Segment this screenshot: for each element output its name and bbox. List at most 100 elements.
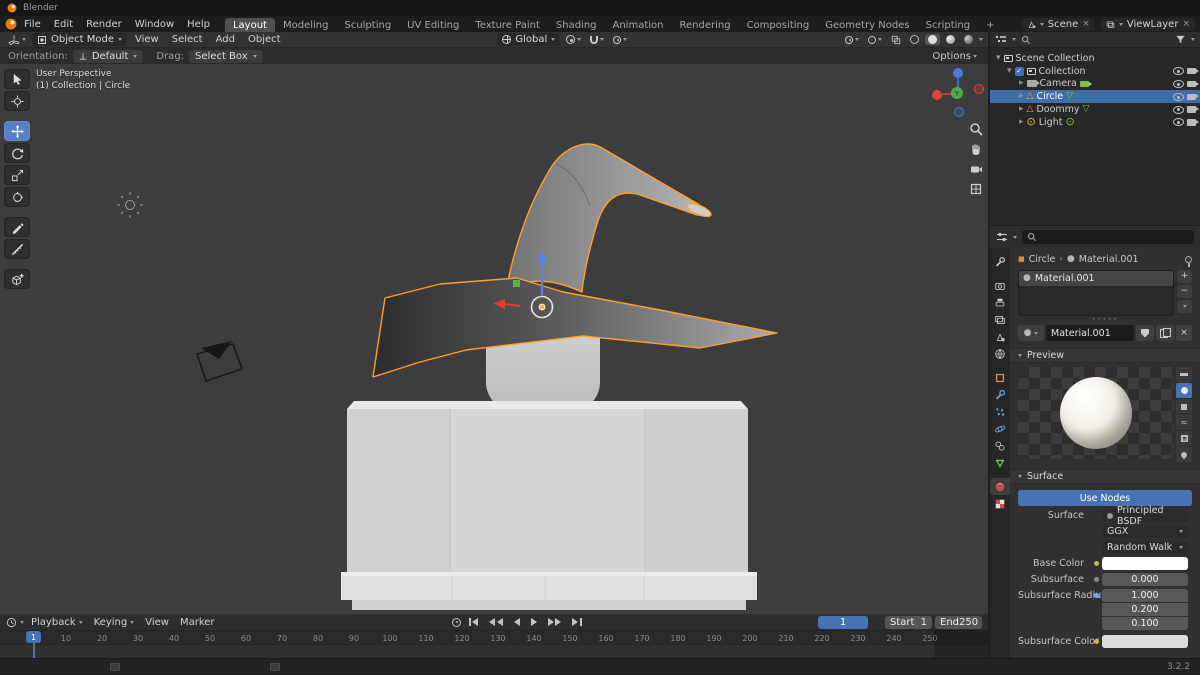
workspace-tab-shading[interactable]: Shading	[548, 18, 605, 32]
gizmo-z-neg-ball[interactable]	[954, 107, 964, 117]
collection-checkbox[interactable]	[1014, 66, 1024, 76]
filter-funnel-icon[interactable]	[1175, 34, 1186, 45]
menu-view[interactable]: View	[141, 617, 173, 628]
workspace-tab-uv-editing[interactable]: UV Editing	[399, 18, 467, 32]
add-cube-tool[interactable]	[4, 269, 30, 289]
workspace-tab-scripting[interactable]: Scripting	[918, 18, 978, 32]
shading-material-button[interactable]	[943, 34, 958, 45]
material-name-field[interactable]: Material.001	[1046, 325, 1134, 341]
base-color-swatch[interactable]	[1102, 557, 1188, 570]
preview-hair-button[interactable]: ≈	[1176, 415, 1192, 430]
shading-options-chevron-icon[interactable]	[979, 38, 984, 41]
tab-texture[interactable]	[990, 495, 1010, 512]
play-button[interactable]	[528, 616, 540, 628]
tab-scene[interactable]	[990, 328, 1010, 345]
render-visibility-icon[interactable]	[1187, 93, 1200, 101]
expand-arrow-icon[interactable]	[1019, 105, 1024, 114]
mode-dropdown[interactable]: Object Mode	[32, 33, 127, 46]
tab-object-data[interactable]	[990, 454, 1010, 471]
hide-eye-icon[interactable]	[1173, 92, 1184, 101]
workspace-tab-compositing[interactable]: Compositing	[739, 18, 818, 32]
transform-tool[interactable]	[4, 187, 30, 207]
subsurface-color-swatch[interactable]	[1102, 635, 1188, 648]
camera-object[interactable]	[196, 341, 243, 382]
workspace-tab-modeling[interactable]: Modeling	[275, 18, 337, 32]
rotate-tool[interactable]	[4, 143, 30, 163]
expand-arrow-icon[interactable]	[996, 54, 1001, 63]
outliner-row-doommy[interactable]: Doommy	[990, 103, 1200, 116]
drag-dropdown[interactable]: Select Box	[189, 49, 263, 63]
menu-object[interactable]: Object	[243, 34, 286, 45]
options-dropdown[interactable]: Options	[929, 51, 980, 62]
browse-material-button[interactable]	[1018, 325, 1044, 341]
render-visibility-icon[interactable]	[1187, 67, 1200, 75]
character-torso[interactable]	[347, 401, 748, 576]
scene-selector[interactable]: Scene	[1021, 17, 1095, 31]
current-frame-field[interactable]: 1	[818, 615, 868, 629]
workspace-tab-geometry-nodes[interactable]: Geometry Nodes	[817, 18, 917, 32]
add-workspace-button[interactable]: +	[978, 18, 1002, 32]
tab-particles[interactable]	[990, 403, 1010, 420]
menu-keying[interactable]: Keying	[90, 617, 139, 628]
pivot-point-dropdown[interactable]	[563, 35, 584, 44]
list-resize-grip[interactable]	[1018, 316, 1192, 323]
distribution-dropdown[interactable]: GGX	[1102, 525, 1188, 538]
workspace-tab-layout[interactable]: Layout	[224, 18, 275, 32]
timeline-editor-icon[interactable]	[6, 617, 17, 628]
outliner-row-light[interactable]: Light	[990, 116, 1200, 129]
annotate-tool[interactable]	[4, 217, 30, 237]
menu-window[interactable]: Window	[129, 19, 180, 30]
tab-material-active[interactable]	[990, 478, 1010, 495]
preview-fluid-button[interactable]	[1176, 447, 1192, 462]
shading-rendered-button[interactable]	[961, 34, 976, 45]
gizmo-z-axis-ball[interactable]	[953, 68, 963, 78]
playhead-handle[interactable]: 1	[26, 631, 41, 643]
expand-arrow-icon[interactable]	[1019, 92, 1024, 101]
tab-world[interactable]	[990, 345, 1010, 362]
tab-object[interactable]	[990, 369, 1010, 386]
blender-app-icon[interactable]	[5, 18, 17, 30]
preview-sphere-button[interactable]	[1176, 383, 1192, 398]
outliner-row-camera[interactable]: Camera	[990, 78, 1200, 91]
workspace-tab-rendering[interactable]: Rendering	[671, 18, 738, 32]
render-visibility-icon[interactable]	[1187, 106, 1200, 113]
menu-playback[interactable]: Playback	[27, 617, 87, 628]
transform-orientation-dropdown[interactable]: Global	[497, 33, 561, 46]
menu-file[interactable]: File	[18, 19, 47, 30]
menu-edit[interactable]: Edit	[48, 19, 79, 30]
preview-cloth-button[interactable]	[1176, 431, 1192, 446]
hide-eye-icon[interactable]	[1173, 67, 1184, 76]
tab-tool[interactable]	[990, 253, 1010, 270]
workspace-tab-sculpting[interactable]: Sculpting	[336, 18, 399, 32]
menu-add[interactable]: Add	[211, 34, 240, 45]
surface-section-header[interactable]: Surface	[1010, 469, 1200, 484]
prev-keyframe-button[interactable]	[486, 616, 506, 628]
tab-modifiers[interactable]	[990, 386, 1010, 403]
hide-eye-icon[interactable]	[1173, 105, 1184, 114]
viewlayer-remove-icon[interactable]	[1182, 20, 1190, 29]
new-material-button[interactable]	[1156, 325, 1174, 341]
scale-tool[interactable]	[4, 165, 30, 185]
surface-shader-dropdown[interactable]: Principled BSDF	[1102, 505, 1188, 527]
preview-cube-button[interactable]	[1176, 399, 1192, 414]
timeline-track[interactable]	[0, 644, 988, 658]
outliner-row-circle-selected[interactable]: Circle	[990, 90, 1200, 104]
preview-flat-button[interactable]	[1176, 367, 1192, 382]
character-legs[interactable]	[341, 572, 757, 610]
frame-end-field[interactable]: End 250	[935, 615, 982, 629]
radius-z-field[interactable]: 0.100	[1102, 617, 1188, 630]
play-reverse-button[interactable]	[511, 616, 523, 628]
remove-slot-button[interactable]	[1177, 285, 1192, 298]
snap-toggle[interactable]	[587, 35, 607, 44]
pin-icon[interactable]	[1185, 256, 1192, 268]
light-object[interactable]	[117, 192, 143, 218]
3d-viewport[interactable]: User Perspective (1) Collection | Circle…	[0, 64, 988, 614]
editor-type-selector[interactable]	[5, 34, 29, 46]
tab-constraints[interactable]	[990, 437, 1010, 454]
render-visibility-icon[interactable]	[1187, 80, 1200, 88]
tab-render[interactable]	[990, 277, 1010, 294]
outliner-row-collection[interactable]: Collection	[990, 65, 1200, 78]
proportional-edit-toggle[interactable]	[610, 35, 630, 44]
render-visibility-icon[interactable]	[1187, 119, 1200, 126]
hide-eye-icon[interactable]	[1173, 118, 1184, 127]
